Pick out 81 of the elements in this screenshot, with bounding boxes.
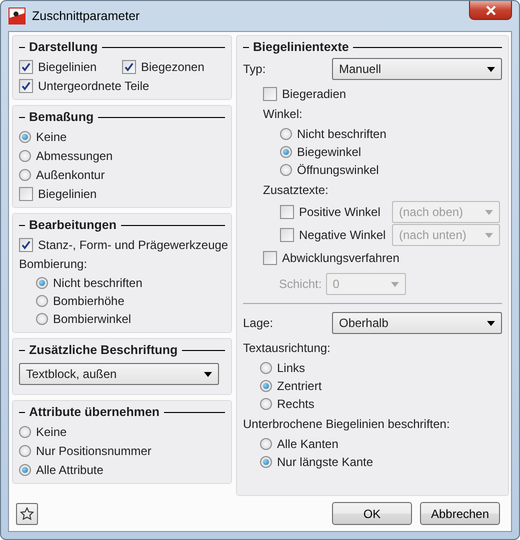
- dialog-button[interactable]: Abbrechen: [420, 502, 500, 525]
- radio-button[interactable]: [36, 312, 48, 324]
- checkbox-label: Stanz-, Form- und Prägewerkzeuge: [38, 238, 228, 252]
- caret-icon: [204, 372, 212, 376]
- radio-label: Keine: [36, 424, 67, 438]
- radio-button[interactable]: [19, 150, 31, 162]
- radio-label: Alle Kanten: [277, 436, 338, 450]
- radio-label: Keine: [36, 130, 67, 144]
- radio-label: Nicht beschriften: [297, 126, 386, 140]
- radio-label: Bombierwinkel: [53, 312, 132, 326]
- group-title: Attribute übernehmen: [29, 405, 160, 419]
- checkbox[interactable]: [263, 86, 277, 100]
- radio-button[interactable]: [260, 380, 272, 392]
- section-label: Unterbrochene Biegelinien beschriften:: [243, 416, 450, 430]
- checkbox[interactable]: [19, 60, 33, 74]
- dropdown[interactable]: Textblock, außen: [19, 363, 219, 385]
- dialog-button[interactable]: OK: [332, 502, 412, 525]
- radio-label: Links: [277, 360, 306, 374]
- radio-button[interactable]: [19, 168, 31, 180]
- group-title: Darstellung: [29, 40, 98, 54]
- checkbox[interactable]: [19, 78, 33, 92]
- group-title: Bearbeitungen: [29, 218, 117, 232]
- checkbox-label: Untergeordnete Teile: [38, 78, 150, 92]
- checkbox-label: Biegelinien: [38, 60, 97, 74]
- radio-label: Nicht beschriften: [53, 276, 142, 290]
- radio-label: Nur Positionsnummer: [36, 444, 152, 458]
- radio-button[interactable]: [280, 164, 292, 176]
- radio-label: Außenkontur: [36, 168, 105, 182]
- radio-label: Abmessungen: [36, 148, 113, 162]
- checkbox-label: Abwicklungsverfahren: [282, 250, 400, 264]
- close-icon: [484, 4, 496, 16]
- radio-label: Bombierhöhe: [53, 294, 124, 308]
- checkbox-label: Negative Winkel: [299, 228, 386, 242]
- radio-button[interactable]: [260, 456, 272, 468]
- radio-label: Alle Attribute: [36, 462, 104, 476]
- radio-label: Biegewinkel: [297, 144, 362, 158]
- section-label: Winkel:: [263, 106, 302, 120]
- dropdown[interactable]: Oberhalb: [332, 312, 502, 334]
- group-title: Zusätzliche Beschriftung: [29, 343, 178, 357]
- radio-label: Rechts: [277, 396, 314, 410]
- checkbox-label: Biegezonen: [141, 60, 204, 74]
- radio-button[interactable]: [260, 398, 272, 410]
- checkbox[interactable]: [19, 186, 33, 200]
- checkbox-label: Biegelinien: [38, 186, 97, 200]
- radio-button[interactable]: [19, 464, 31, 476]
- radio-label: Öffnungswinkel: [297, 162, 379, 176]
- star-icon: [20, 506, 34, 520]
- checkbox-label: Positive Winkel: [299, 205, 380, 219]
- checkbox[interactable]: [263, 250, 277, 264]
- field-label: Typ:: [243, 62, 267, 76]
- radio-button[interactable]: [19, 426, 31, 438]
- radio-button[interactable]: [19, 130, 31, 142]
- section-label: Zusatztexte:: [263, 182, 328, 196]
- caret-icon: [487, 320, 495, 326]
- radio-button[interactable]: [280, 128, 292, 140]
- field-label: Schicht:: [279, 277, 322, 291]
- checkbox[interactable]: [19, 238, 33, 252]
- group-title: Biegelinientexte: [253, 40, 349, 54]
- window-title: Zuschnittparameter: [32, 9, 140, 23]
- radio-button[interactable]: [19, 444, 31, 456]
- dropdown[interactable]: Manuell: [332, 58, 502, 80]
- section-label: Bombierung:: [19, 256, 88, 270]
- checkbox[interactable]: [122, 60, 136, 74]
- checkbox-label: Biegeradien: [282, 86, 346, 100]
- radio-button[interactable]: [36, 294, 48, 306]
- radio-button[interactable]: [260, 438, 272, 450]
- favorite-button[interactable]: [16, 502, 38, 524]
- radio-button[interactable]: [260, 362, 272, 374]
- caret-icon: [485, 232, 493, 238]
- group-title: Bemaßung: [29, 110, 94, 124]
- radio-button[interactable]: [36, 276, 48, 288]
- radio-label: Zentriert: [277, 378, 322, 392]
- close-button[interactable]: [469, 1, 512, 20]
- caret-icon: [390, 282, 399, 286]
- caret-icon: [485, 210, 493, 214]
- section-label: Textausrichtung:: [243, 340, 330, 354]
- radio-button[interactable]: [280, 146, 292, 158]
- radio-label: Nur längste Kante: [277, 454, 374, 468]
- app-icon: [8, 7, 26, 25]
- field-label: Lage:: [243, 316, 274, 330]
- caret-icon: [487, 66, 495, 72]
